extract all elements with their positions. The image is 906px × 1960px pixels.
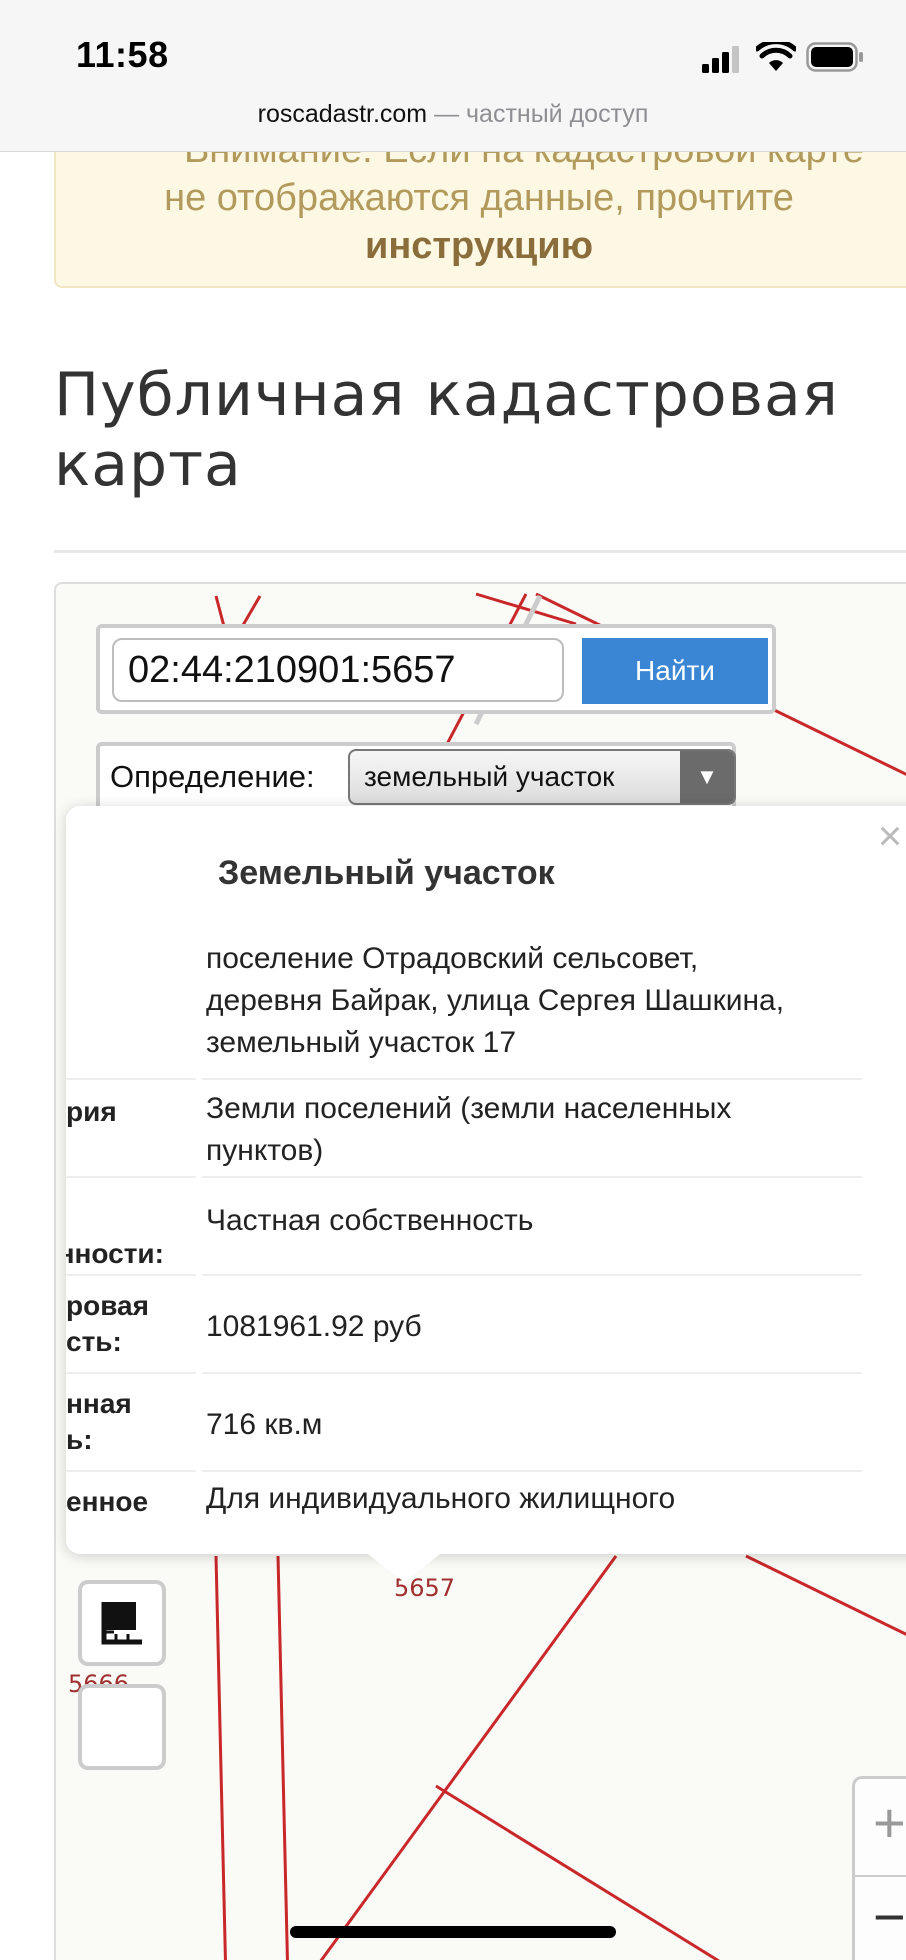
parcel-line <box>276 1555 289 1960</box>
parcel-line <box>214 1555 227 1960</box>
row-separator <box>202 1470 862 1472</box>
ownership-value: Частная собственность <box>206 1204 534 1237</box>
address-value: поселение Отрадовский сельсовет, деревня… <box>206 938 866 1064</box>
home-indicator[interactable] <box>290 1926 616 1938</box>
row-separator <box>66 1274 196 1276</box>
wifi-icon <box>756 42 796 71</box>
battery-icon <box>806 42 863 72</box>
label-line: ровая <box>66 1290 149 1321</box>
row-separator <box>202 1372 862 1374</box>
row-separator <box>202 1274 862 1276</box>
url-domain: roscadastr.com <box>257 100 428 128</box>
url-suffix: — частный доступ <box>427 100 649 128</box>
zoom-out-button[interactable]: − <box>873 1877 906 1957</box>
page-title-line-2: карта <box>54 430 242 500</box>
status-bar: 11:58 roscadastr.com — частный доступ <box>0 0 906 152</box>
row-separator <box>66 1176 196 1178</box>
popup-pointer <box>368 1554 440 1582</box>
popup-title: Земельный участок <box>218 854 555 892</box>
cadastral-number-input[interactable]: 02:44:210901:5657 <box>112 638 564 702</box>
zoom-in-button[interactable]: + <box>873 1783 906 1863</box>
search-panel: 02:44:210901:5657 Найти <box>96 624 776 714</box>
row-separator <box>66 1372 196 1374</box>
label-line: ь: <box>66 1424 93 1455</box>
permitted-use-value: Для индивидуального жилищного <box>206 1482 676 1515</box>
parcel-line <box>319 1555 618 1960</box>
page: Внимание: Если на кадастровой карте не о… <box>0 0 906 1960</box>
parcel-line <box>745 1554 906 1636</box>
permitted-use-label: енное <box>66 1486 149 1517</box>
cellular-signal-icon <box>702 46 739 73</box>
cadastral-value-label: ровая сть: <box>66 1288 196 1360</box>
ownership-label: енности: <box>66 1238 164 1269</box>
ruler-icon <box>101 1602 142 1645</box>
definition-panel: Определение: земельный участок ▼ <box>96 742 736 812</box>
definition-select[interactable]: земельный участок ▼ <box>348 749 736 805</box>
definition-selected-value: земельный участок <box>364 761 615 792</box>
label-line: сть: <box>66 1326 122 1357</box>
area-label: нная ь: <box>66 1386 196 1458</box>
definition-label: Определение: <box>110 759 315 794</box>
address-line: деревня Байрак, улица Сергея Шашкина, <box>206 984 785 1017</box>
category-line: Земли поселений (земли населенных <box>206 1092 732 1125</box>
find-button[interactable]: Найти <box>582 638 768 704</box>
category-label: рия <box>66 1096 117 1127</box>
tool-button-secondary[interactable] <box>78 1684 166 1770</box>
parcel-info-popup: × Земельный участок поселение Отрадовски… <box>66 806 906 1554</box>
row-separator <box>202 1078 862 1080</box>
page-title-line-1: Публичная кадастровая <box>54 360 839 430</box>
label-line: нная <box>66 1388 132 1419</box>
measure-tool-button[interactable] <box>78 1580 166 1666</box>
area-value: 716 кв.м <box>206 1408 323 1441</box>
category-line: пунктов) <box>206 1134 324 1167</box>
notice-line-2: не отображаются данные, прочтите <box>164 177 794 219</box>
title-divider <box>54 550 906 553</box>
page-title: Публичная кадастровая карта <box>54 360 906 500</box>
cadastral-value: 1081961.92 руб <box>206 1310 422 1343</box>
address-bar[interactable]: roscadastr.com — частный доступ <box>0 100 906 129</box>
row-separator <box>66 1470 196 1472</box>
row-separator <box>202 1176 862 1178</box>
close-icon[interactable]: × <box>870 815 906 857</box>
clock: 11:58 <box>76 34 169 75</box>
category-value: Земли поселений (земли населенных пункто… <box>206 1088 866 1172</box>
zoom-control: + − <box>852 1776 906 1960</box>
address-line: земельный участок 17 <box>206 1026 517 1059</box>
address-line: поселение Отрадовский сельсовет, <box>206 942 699 975</box>
chevron-down-icon[interactable]: ▼ <box>680 751 734 803</box>
row-separator <box>66 1078 196 1080</box>
instruction-link[interactable]: инструкцию <box>56 222 906 270</box>
